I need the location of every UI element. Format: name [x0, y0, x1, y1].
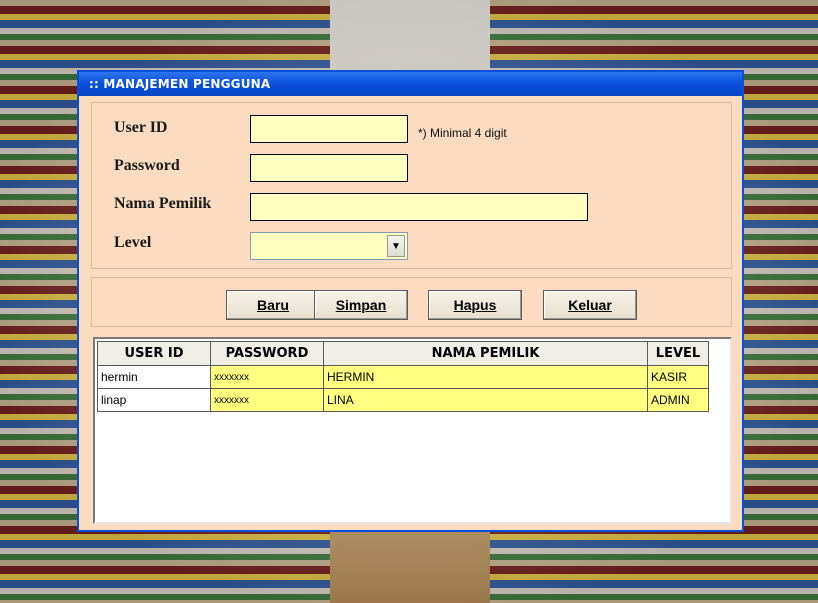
cell-password[interactable]: xxxxxxx — [210, 388, 324, 412]
table-header-row: USER ID PASSWORD NAMA PEMILIK LEVEL — [97, 341, 709, 366]
user-id-label: User ID — [114, 119, 168, 136]
cell-user-id[interactable]: hermin — [97, 365, 211, 389]
cell-user-id[interactable]: linap — [97, 388, 211, 412]
level-label: Level — [114, 234, 152, 251]
cell-level[interactable]: KASIR — [647, 365, 709, 389]
user-grid[interactable]: USER ID PASSWORD NAMA PEMILIK LEVEL herm… — [93, 337, 732, 524]
nama-pemilik-label: Nama Pemilik — [114, 195, 212, 212]
password-input[interactable] — [250, 154, 408, 182]
password-label: Password — [114, 157, 180, 174]
column-header-nama-pemilik[interactable]: NAMA PEMILIK — [323, 341, 648, 366]
table-row[interactable]: linap xxxxxxx LINA ADMIN — [97, 388, 709, 412]
simpan-button[interactable]: Simpan — [314, 290, 408, 320]
nama-pemilik-input[interactable] — [250, 193, 588, 221]
user-management-window: :: MANAJEMEN PENGGUNA User ID *) Minimal… — [77, 70, 744, 532]
level-select[interactable]: ▼ — [250, 232, 408, 260]
cell-password[interactable]: xxxxxxx — [210, 365, 324, 389]
column-header-user-id[interactable]: USER ID — [97, 341, 211, 366]
cell-nama-pemilik[interactable]: HERMIN — [323, 365, 648, 389]
button-panel: Baru Simpan Hapus Keluar — [91, 277, 732, 327]
keluar-button[interactable]: Keluar — [543, 290, 637, 320]
user-id-hint: *) Minimal 4 digit — [418, 126, 507, 140]
window-title[interactable]: :: MANAJEMEN PENGGUNA — [79, 72, 742, 96]
cell-nama-pemilik[interactable]: LINA — [323, 388, 648, 412]
user-table: USER ID PASSWORD NAMA PEMILIK LEVEL herm… — [97, 341, 709, 412]
table-row[interactable]: hermin xxxxxxx HERMIN KASIR — [97, 365, 709, 389]
user-id-input[interactable] — [250, 115, 408, 143]
hapus-button[interactable]: Hapus — [428, 290, 522, 320]
baru-button[interactable]: Baru — [226, 290, 320, 320]
chevron-down-icon[interactable]: ▼ — [387, 235, 405, 257]
column-header-level[interactable]: LEVEL — [647, 341, 709, 366]
form-panel: User ID *) Minimal 4 digit Password Nama… — [91, 102, 732, 269]
column-header-password[interactable]: PASSWORD — [210, 341, 324, 366]
cell-level[interactable]: ADMIN — [647, 388, 709, 412]
